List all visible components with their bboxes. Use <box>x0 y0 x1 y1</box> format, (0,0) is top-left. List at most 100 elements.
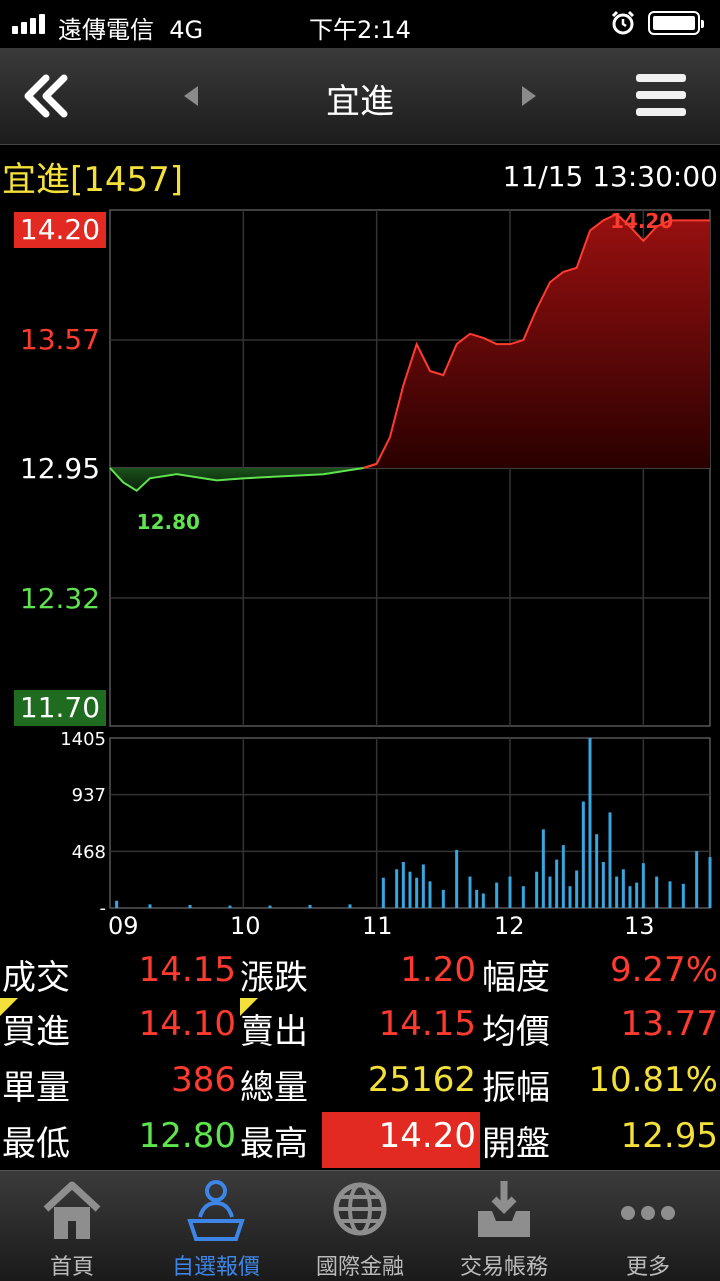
chart-areas <box>110 214 710 491</box>
amplitude-value: 10.81% <box>588 1060 718 1100</box>
quote-datetime: 11/15 13:30:00 <box>502 160 718 193</box>
globe-icon <box>333 1182 387 1236</box>
volume-bar <box>695 851 699 908</box>
volume-bar <box>395 869 399 908</box>
volume-bar <box>148 904 152 908</box>
avg-label: 均價 <box>482 1012 550 1052</box>
volume-bar <box>401 862 405 908</box>
tab-bar: 首頁 自選報價 國際金融 交易帳務 更多 <box>0 1170 720 1281</box>
volume-bar <box>268 905 272 908</box>
volume-bar <box>621 869 625 908</box>
change-label: 漲跌 <box>240 958 308 998</box>
volume-bar <box>628 886 632 908</box>
volume-bar <box>441 889 445 908</box>
volume-bar <box>455 849 459 908</box>
volume-bar <box>655 876 659 908</box>
avg-value: 13.77 <box>620 1004 718 1044</box>
time-tick: 12 <box>494 912 525 940</box>
volume-bar <box>421 864 425 908</box>
volume-bar <box>708 857 712 908</box>
battery-icon <box>648 11 704 35</box>
open-label: 開盤 <box>482 1124 550 1164</box>
user-desk-icon <box>187 1180 245 1241</box>
unit-volume-value: 386 <box>171 1060 236 1100</box>
volume-bar <box>561 845 565 908</box>
low-label: 最低 <box>2 1124 70 1164</box>
volume-bar <box>588 738 592 908</box>
volume-bar <box>641 863 645 908</box>
volume-bar <box>548 876 552 908</box>
volume-bar <box>568 886 572 908</box>
volume-bar <box>481 893 485 908</box>
ask-label: 賣出 <box>240 1012 308 1052</box>
volume-bar <box>615 876 619 908</box>
amplitude-label: 振幅 <box>482 1068 550 1108</box>
tab-home[interactable]: 首頁 <box>0 1171 144 1281</box>
volume-bar <box>415 877 419 908</box>
unit-volume-label: 單量 <box>2 1068 70 1108</box>
volume-bars <box>115 738 712 908</box>
trade-label: 成交 <box>2 958 70 998</box>
low-annotation: 12.80 <box>137 510 200 534</box>
tab-more[interactable]: 更多 <box>576 1171 720 1281</box>
volume-bar <box>681 883 685 908</box>
volume-bar <box>475 889 479 908</box>
volume-bar <box>308 904 312 908</box>
change-value: 1.20 <box>400 950 476 990</box>
time-tick: 10 <box>230 912 261 940</box>
volume-bar <box>468 876 472 908</box>
prev-stock-icon[interactable] <box>184 86 198 106</box>
page-title: 宜進 <box>326 82 394 122</box>
pct-label: 幅度 <box>482 958 550 998</box>
time-tick: 11 <box>362 912 393 940</box>
high-label: 最高 <box>240 1124 308 1164</box>
volume-bar <box>115 900 119 908</box>
volume-bar <box>541 829 545 908</box>
intraday-chart: 14.20 12.80 <box>109 209 712 909</box>
volume-bar <box>535 871 539 908</box>
volume-bar <box>555 859 559 908</box>
back-icon[interactable] <box>20 70 72 122</box>
total-volume-value: 25162 <box>367 1060 476 1100</box>
more-icon <box>621 1206 675 1220</box>
volume-bar <box>521 886 525 908</box>
tab-trading[interactable]: 交易帳務 <box>432 1171 576 1281</box>
tab-label: 首頁 <box>49 1255 94 1280</box>
tab-watchlist[interactable]: 自選報價 <box>144 1171 288 1281</box>
volume-bar <box>668 881 672 908</box>
volume-bar <box>188 904 192 908</box>
next-stock-icon[interactable] <box>522 86 536 106</box>
volume-bar <box>581 801 585 908</box>
stock-name-code: 宜進[1457] <box>2 160 184 200</box>
volume-bar <box>508 876 512 908</box>
volume-bar <box>428 881 432 908</box>
price-area-up <box>363 214 710 468</box>
ask-value: 14.15 <box>378 1004 476 1044</box>
inbox-download-icon <box>478 1181 530 1237</box>
volume-bar <box>348 904 352 908</box>
pct-value: 9.27% <box>609 950 718 990</box>
open-value: 12.95 <box>620 1116 718 1156</box>
home-icon <box>43 1181 101 1239</box>
tab-label: 交易帳務 <box>459 1255 548 1280</box>
bid-label: 買進 <box>2 1012 70 1052</box>
volume-bar <box>495 882 499 908</box>
bid-value: 14.10 <box>138 1004 236 1044</box>
time-tick: 13 <box>624 912 655 940</box>
low-value: 12.80 <box>138 1116 236 1156</box>
volume-bar <box>228 905 232 908</box>
nav-bar: 宜進 <box>0 48 720 145</box>
tab-label: 國際金融 <box>315 1255 404 1280</box>
time-tick: 09 <box>108 912 139 940</box>
volume-bar <box>408 871 412 908</box>
tab-label: 自選報價 <box>171 1255 260 1280</box>
volume-bar <box>575 870 579 908</box>
menu-icon[interactable] <box>636 74 686 120</box>
volume-bar <box>635 882 639 908</box>
total-volume-label: 總量 <box>240 1068 308 1108</box>
high-value: 14.20 <box>378 1116 476 1156</box>
tab-global-finance[interactable]: 國際金融 <box>288 1171 432 1281</box>
alarm-icon <box>611 10 635 35</box>
volume-bar <box>595 834 599 908</box>
volume-bar <box>608 812 612 908</box>
